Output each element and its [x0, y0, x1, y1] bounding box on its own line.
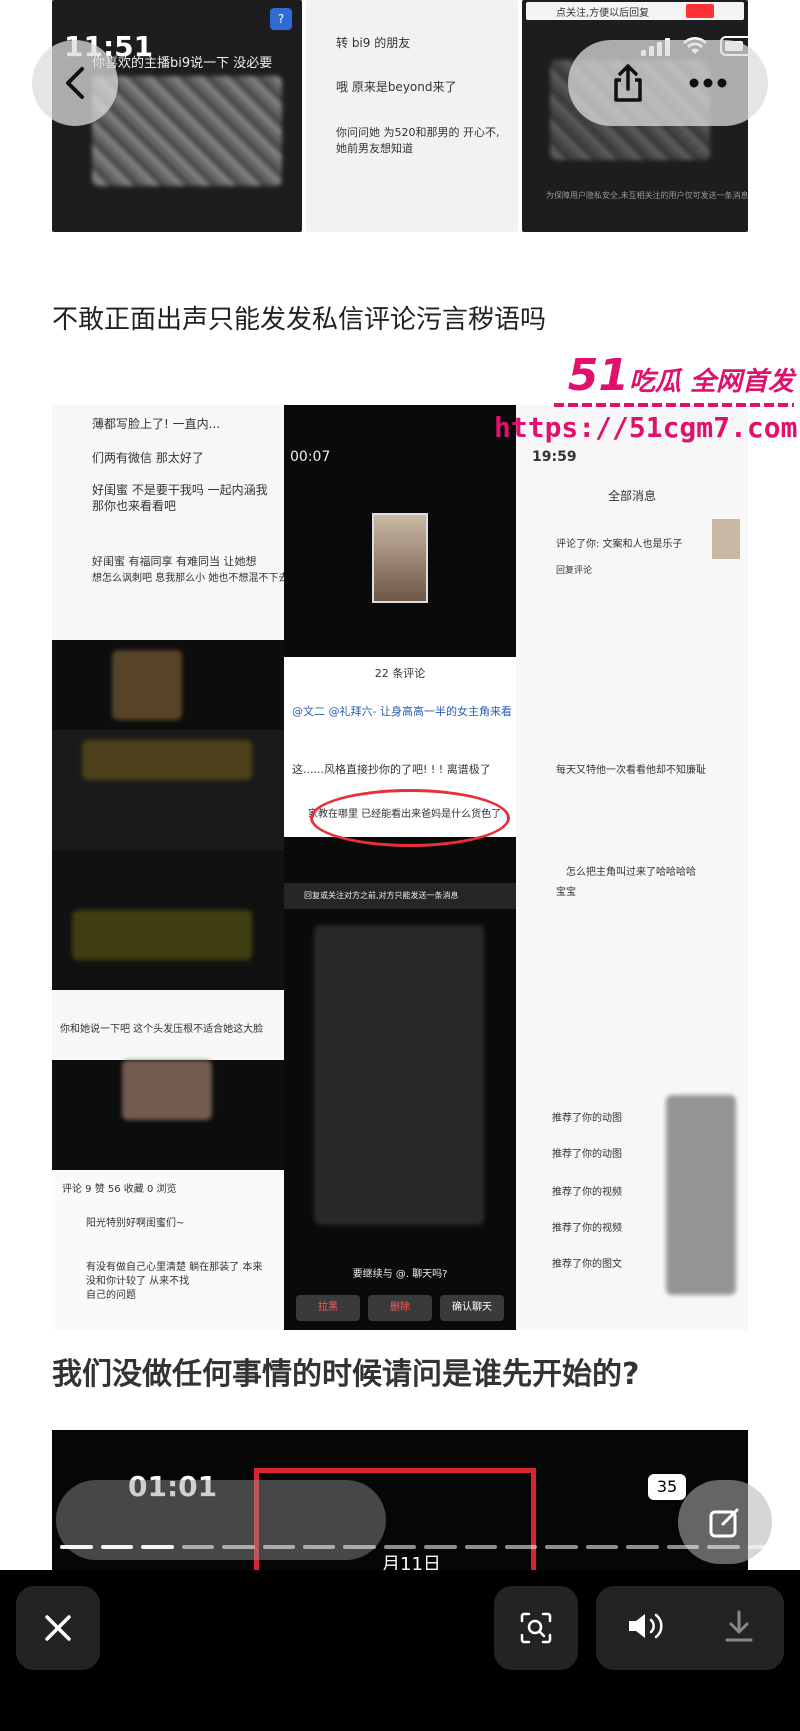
comment-text: 想怎么讽刺吧 息我那么小 她也不想混不下去 [92, 573, 289, 584]
visual-lookup-icon [520, 1612, 552, 1644]
comment-text: 自己的问题 [86, 1290, 136, 1301]
blurred-region [666, 1095, 736, 1295]
dark-post [52, 730, 284, 850]
blurred-region [314, 925, 484, 1225]
blurred-region [112, 650, 182, 720]
dark-photo [52, 640, 284, 730]
comment-text: 有没有做自己心里清楚 躺在那装了 本来 [86, 1262, 263, 1273]
message-text: 推荐了你的动图 [552, 1149, 622, 1160]
thumbnail [712, 519, 740, 559]
comment-panel: 评论 9 赞 56 收藏 0 浏览 阳光特别好啊闺蜜们~ 有没有做自己心里清楚 … [52, 1170, 284, 1330]
dark-post [52, 850, 284, 990]
comment-text: 好闺蜜 不是要干我吗 一起内涵我 [92, 483, 268, 497]
comment-text: 阳光特别好啊闺蜜们~ [86, 1218, 185, 1229]
download-button[interactable] [724, 1609, 754, 1647]
confirm-chat-button: 确认聊天 [440, 1295, 504, 1321]
comment-text: 没和你计较了 从来不找 [86, 1276, 190, 1287]
message-action: 回复评论 [556, 566, 593, 576]
privacy-note: 为保障用户隐私安全,未互相关注的用户仅可发送一条消息 [546, 191, 749, 200]
dark-photo [52, 1060, 284, 1170]
collage-column-2: 00:07 22 条评论 @文二 @礼拜六- 让身高高一半的女主角来看 这...… [284, 405, 516, 1330]
watermark-divider [554, 403, 794, 407]
close-button[interactable] [16, 1586, 100, 1670]
article-paragraph: 我们没做任何事情的时候请问是谁先开始的? [52, 1357, 640, 1392]
comment-text: 们两有微信 那太好了 [92, 451, 204, 465]
compose-button[interactable] [678, 1480, 772, 1564]
share-button[interactable] [598, 53, 658, 113]
message-text: 推荐了你的图文 [552, 1259, 622, 1270]
phone-time: 19:59 [532, 449, 577, 465]
chevron-left-icon [66, 67, 84, 99]
delete-button: 删除 [368, 1295, 432, 1321]
visual-lookup-button[interactable] [494, 1586, 578, 1670]
comment-row: 你和她说一下吧 这个头发压根不适合她这大脸 [52, 990, 284, 1060]
blurred-region [122, 1060, 212, 1120]
message-text: 评论了你: 文案和人也是乐子 [556, 539, 683, 550]
sound-button[interactable] [626, 1611, 664, 1645]
blurred-region [82, 740, 252, 780]
back-button[interactable] [32, 40, 118, 126]
nav-actions [568, 40, 768, 126]
video-thumbnail [372, 513, 428, 603]
continue-chat-prompt: 要继续与 @. 聊天吗? [352, 1269, 448, 1280]
comment-tabs: 评论 9 赞 56 收藏 0 浏览 [62, 1184, 177, 1195]
screenshot-text: 哦 原来是beyond来了 [336, 80, 457, 94]
message-text: 推荐了你的视频 [552, 1187, 622, 1198]
phone-time: 00:07 [290, 449, 331, 465]
share-icon [614, 64, 642, 102]
comment-text: @文二 @礼拜六- 让身高高一半的女主角来看 [292, 705, 512, 718]
comments-title: 22 条评论 [374, 667, 426, 680]
media-controls [596, 1586, 784, 1670]
screenshot-text: 她前男友想知道 [336, 142, 413, 155]
speaker-icon [629, 1613, 663, 1639]
notice-bar: 回复或关注对方之前,对方只能发送一条消息 [284, 883, 516, 909]
page-progress-indicator [20, 1545, 781, 1549]
article-paragraph: 不敢正面出声只能发发私信评论污言秽语吗 [52, 305, 547, 335]
notice-text: 回复或关注对方之前,对方只能发送一条消息 [304, 891, 459, 900]
comment-text: 你和她说一下吧 这个头发压根不适合她这大脸 [60, 1024, 264, 1035]
battery-indicator: 35 [648, 1474, 686, 1500]
screenshot-collage: 薄都写脸上了! 一直内... 们两有微信 那太好了 好闺蜜 不是要干我吗 一起内… [52, 405, 748, 1330]
message-text: 每天又特他一次看看他却不知廉耻 [556, 765, 706, 776]
messages-header: 全部消息 [607, 489, 656, 503]
comment-text: 薄都写脸上了! 一直内... [92, 417, 221, 431]
download-icon [725, 1610, 753, 1642]
watermark-url: https://51cgm7.com [494, 411, 798, 444]
comment-text: 好闺蜜 有福同享 有难同当 让她想 [92, 555, 257, 568]
compose-icon [709, 1508, 739, 1538]
bottom-toolbar [0, 1570, 800, 1731]
block-button: 拉黑 [296, 1295, 360, 1321]
blurred-region [72, 910, 252, 960]
comment-text: 那你也来看看吧 [92, 499, 177, 513]
message-text: 推荐了你的动图 [552, 1113, 622, 1124]
message-text: 推荐了你的视频 [552, 1223, 622, 1234]
collage-column-1: 薄都写脸上了! 一直内... 们两有微信 那太好了 好闺蜜 不是要干我吗 一起内… [52, 405, 288, 1330]
watermark: 51吃瓜 全网首发 https://51cgm7.com [494, 350, 798, 444]
message-text: 怎么把主角叫过来了哈哈哈哈 [566, 867, 696, 878]
blurred-region [92, 76, 282, 186]
message-text: 宝宝 [556, 887, 576, 898]
close-icon [45, 1615, 71, 1641]
highlight-circle [310, 789, 510, 847]
more-button[interactable] [678, 53, 738, 113]
watermark-brand: 51吃瓜 全网首发 [567, 350, 794, 401]
more-icon [689, 78, 727, 88]
comment-text: 这......风格直接抄你的了吧! ! ! 离谱极了 [292, 763, 491, 776]
comments-sheet: 22 条评论 @文二 @礼拜六- 让身高高一半的女主角来看 这......风格直… [284, 657, 516, 847]
collage-column-3: 19:59 全部消息 评论了你: 文案和人也是乐子 回复评论 每天又特他一次看看… [516, 405, 748, 1330]
screenshot-text: 你问问她 为520和那男的 开心不, [336, 126, 500, 139]
